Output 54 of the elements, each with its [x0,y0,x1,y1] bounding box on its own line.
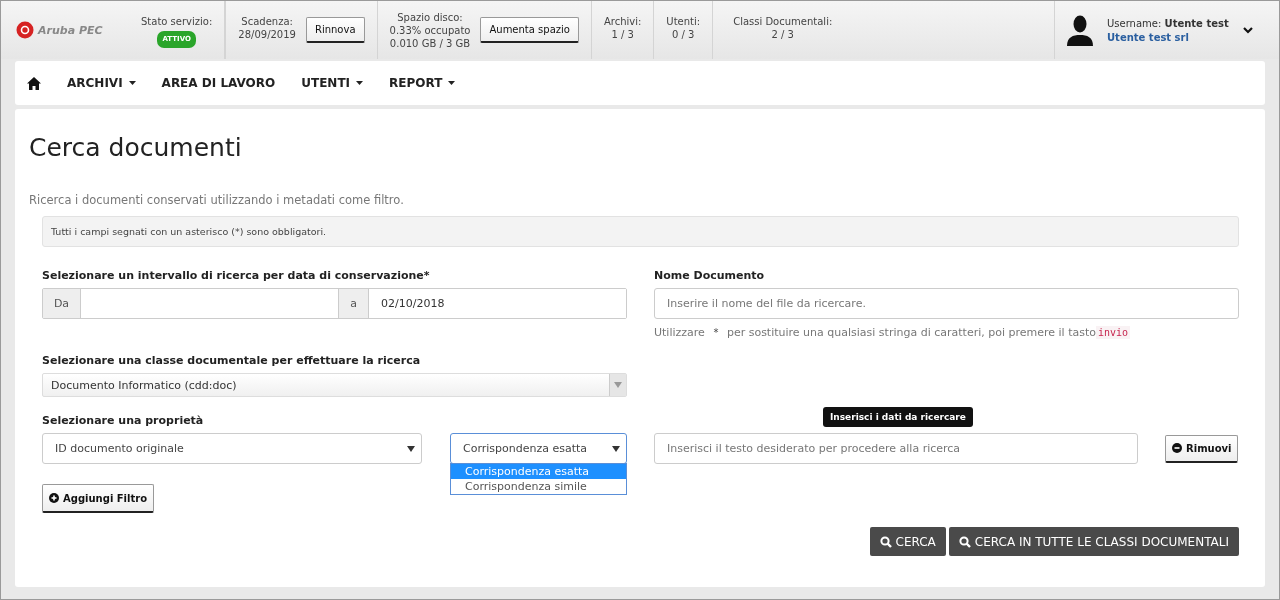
counter-label: Archivi: [603,15,642,28]
property-label: Selezionare una proprietà [42,414,204,427]
search-icon [958,535,971,548]
minus-circle-icon [1172,443,1182,453]
disk-amount: 0.010 GB / 3 GB [389,37,471,50]
property-select[interactable]: ID documento originale [42,433,422,464]
search-icon [879,535,892,548]
counter-value: 0 / 3 [672,28,695,41]
caret-icon [612,445,620,452]
add-filter-button[interactable]: Aggiungi Filtro [42,484,155,513]
logo-text: Aruba PEC [38,23,103,37]
expiry-date: 28/09/2019 [238,28,296,41]
date-range-label: Selezionare un intervallo di ricerca per data di conservazione* [42,269,430,282]
plus-circle-icon [49,493,59,503]
home-icon[interactable] [27,76,41,90]
nav-menu[interactable]: REPORT [389,76,456,90]
logo-icon [15,21,35,39]
renew-button[interactable]: Rinnova [305,17,365,43]
counter-value: 2 / 3 [771,28,794,41]
caret-icon [128,81,136,85]
counter-label: Utenti: [666,15,701,28]
nav-menu[interactable]: ARCHIVI [67,76,136,90]
counter-value: 1 / 3 [611,28,634,41]
document-name-label: Nome Documento [654,269,765,282]
expiry-label: Scadenza: [241,15,293,28]
document-class-label: Selezionare una classe documentale per effettuare la ricerca [42,354,421,367]
search-button[interactable]: CERCA IN TUTTE LE CLASSI DOCUMENTALI [948,527,1239,556]
caret-icon [407,445,415,452]
match-select[interactable]: Corrispondenza esatta [450,433,627,464]
caret-icon [614,382,622,388]
increase-space-button[interactable]: Aumenta spazio [480,17,579,43]
disk-usage: 0.33% occupato [389,24,471,37]
status-label: Stato servizio: [141,15,213,28]
search-text-field[interactable]: Inserisci il testo desiderato per procedere alla ricerca [654,433,1138,464]
counter-label: Classi Documentali: [733,15,833,28]
disk-label: Spazio disco: [397,11,463,24]
chevron-down-icon[interactable] [1242,26,1253,34]
user-avatar-icon [1067,14,1093,46]
date-range-field[interactable]: Da a 02/10/2018 [42,288,627,319]
username-text: Username: Utente test [1107,17,1229,29]
caret-icon [356,81,364,85]
nav-link[interactable]: AREA DI LAVORO [161,76,276,90]
remove-button[interactable]: Rimuovi [1165,434,1239,463]
document-name-hint: Utilizzare * per sostituire una qualsiasi stringa di caratteri, poi premere il tasto invio [654,326,1132,339]
document-name-field[interactable]: Inserire il nome del file da ricercare. [654,288,1239,319]
intro-text: Ricerca i documenti conservati utilizzando i metadati come filtro. [29,193,405,207]
nav-menu[interactable]: UTENTI [301,76,364,90]
company-link[interactable]: Utente test srl [1107,31,1229,43]
required-notice: Tutti i campi segnati con un asterisco (*) sono obbligatori. [42,216,1239,247]
tooltip: Inserisci i dati da ricercare [823,407,973,427]
page-title: Cerca documenti [29,133,243,164]
caret-icon [448,81,456,85]
search-button[interactable]: CERCA [869,527,946,556]
document-class-select[interactable]: Documento Informatico (cdd:doc) [42,373,627,397]
